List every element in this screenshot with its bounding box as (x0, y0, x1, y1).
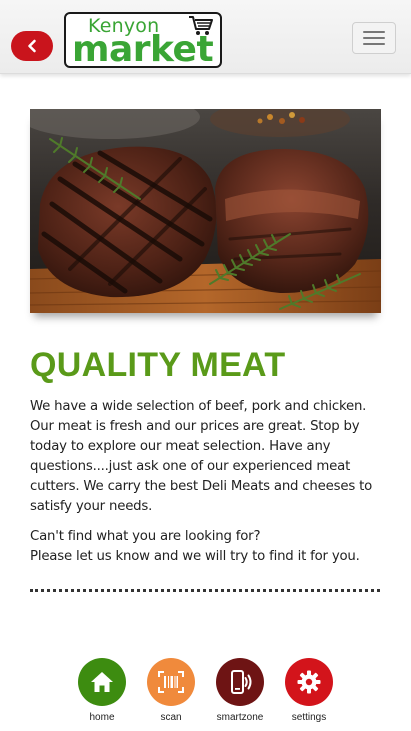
menu-bar (363, 37, 385, 39)
home-icon (91, 672, 113, 692)
grilled-steak-illustration (30, 109, 381, 313)
nav-item-home[interactable]: home (67, 656, 137, 723)
barcode-scan-icon (158, 671, 184, 693)
nav-settings-circle[interactable] (285, 658, 333, 706)
kenyon-market-logo[interactable]: Kenyon market (64, 12, 222, 70)
description-text: We have a wide selection of beef, pork a… (30, 399, 373, 514)
phone-signal-icon (231, 670, 252, 694)
hero-image-meat (30, 109, 381, 313)
bottom-nav: home scan smartzone settings (0, 656, 411, 726)
cant-find-text: Can't find what you are looking for? Ple… (30, 527, 386, 567)
nav-item-settings[interactable]: settings (274, 656, 344, 723)
page-title: QUALITY MEAT (30, 346, 286, 384)
chevron-left-icon (28, 39, 36, 53)
menu-bar (363, 31, 385, 33)
back-button[interactable] (11, 31, 53, 61)
nav-scan-circle[interactable] (147, 658, 195, 706)
cant-find-line-2: Please let us know and we will try to fi… (30, 549, 360, 564)
nav-label-smartzone: smartzone (216, 712, 264, 723)
dotted-divider (30, 589, 380, 592)
nav-smartzone-circle[interactable] (216, 658, 264, 706)
app-header: Kenyon market (0, 0, 411, 74)
cant-find-line-1: Can't find what you are looking for? (30, 529, 261, 544)
gear-icon (297, 670, 321, 694)
nav-home-circle[interactable] (78, 658, 126, 706)
shopping-cart-icon (189, 16, 213, 35)
nav-label-settings: settings (291, 712, 327, 723)
menu-bar (363, 43, 385, 45)
nav-label-home: home (89, 712, 115, 723)
nav-label-scan: scan (160, 712, 182, 723)
hamburger-menu-button[interactable] (352, 22, 396, 54)
nav-item-smartzone[interactable]: smartzone (205, 656, 275, 723)
nav-item-scan[interactable]: scan (136, 656, 206, 723)
